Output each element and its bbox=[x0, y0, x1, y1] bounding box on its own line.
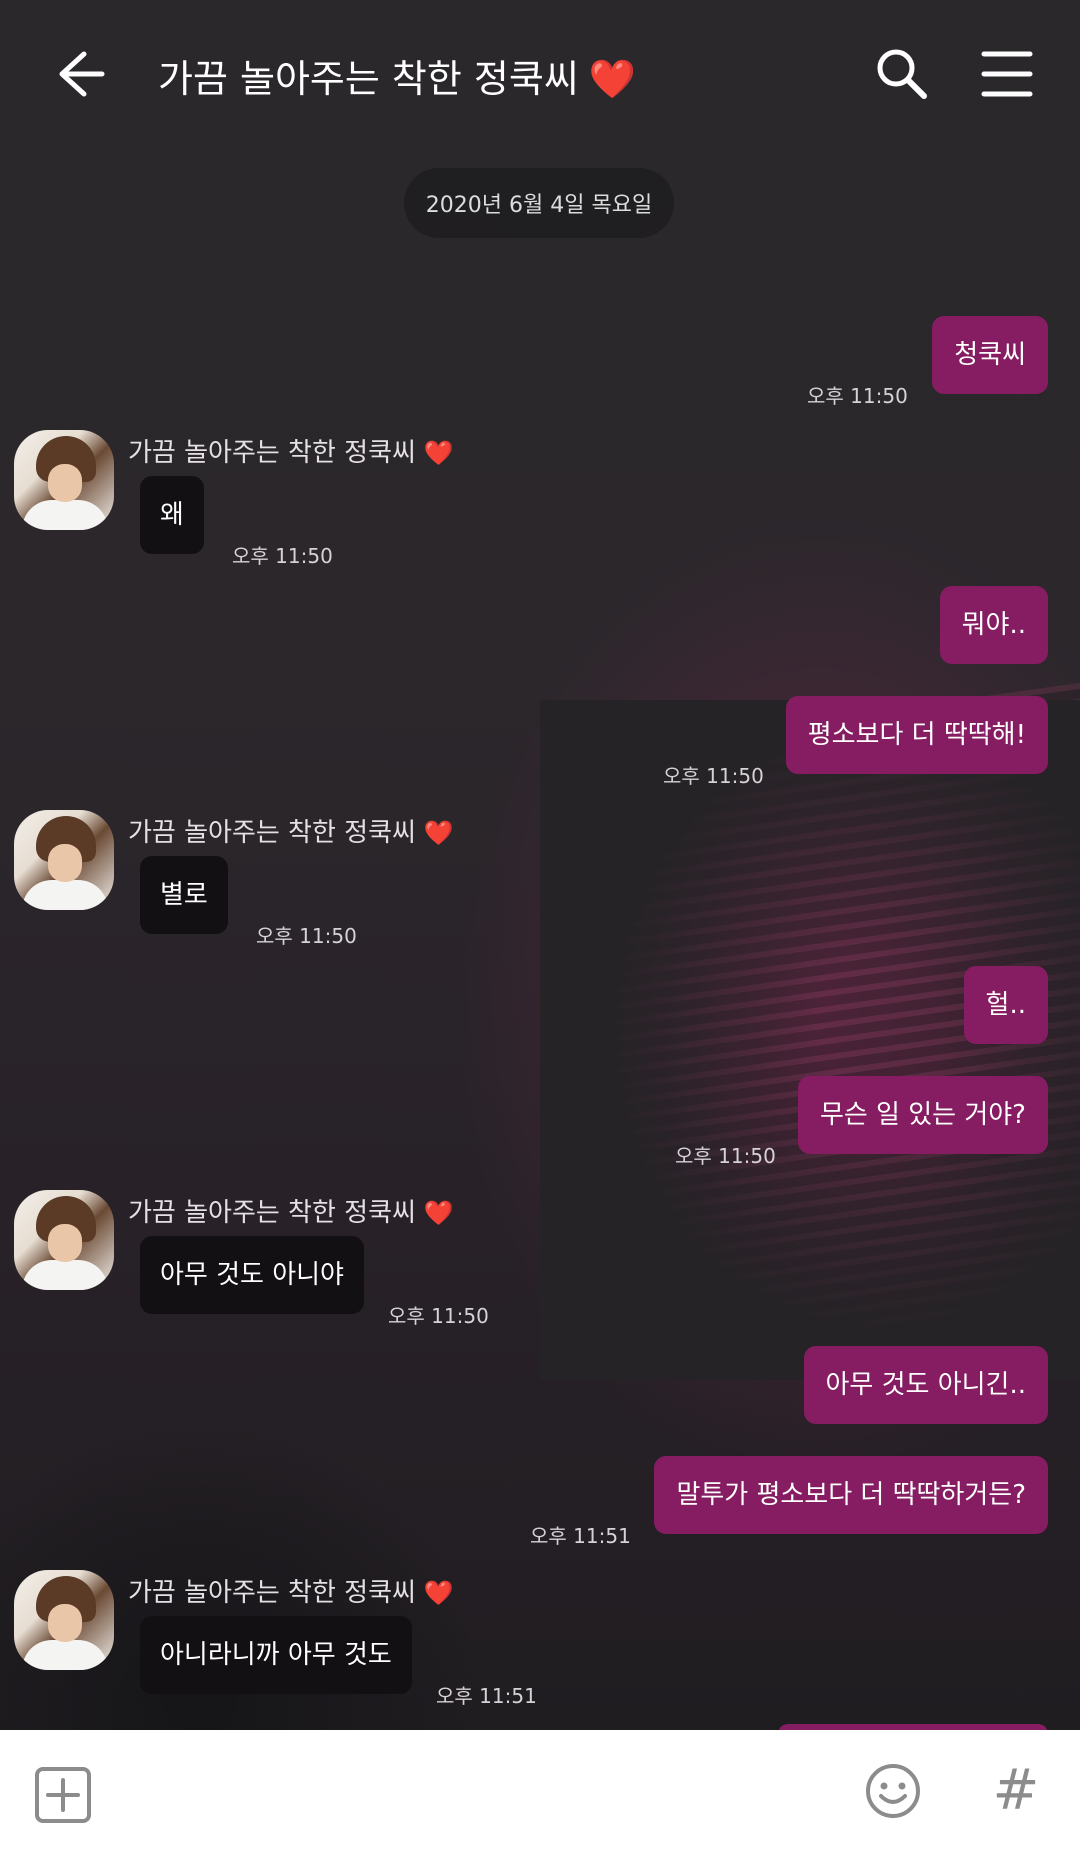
message-time: 오후 11:50 bbox=[232, 544, 333, 568]
incoming-message-bubble[interactable]: 왜 bbox=[140, 476, 204, 554]
heart-icon: ❤️ bbox=[423, 819, 454, 847]
sender-name-text: 가끔 놀아주는 착한 정쿡씨 bbox=[128, 1198, 416, 1228]
smiley-icon[interactable] bbox=[864, 1762, 922, 1820]
sender-name: 가끔 놀아주는 착한 정쿡씨 ❤️ bbox=[128, 432, 454, 469]
contact-avatar[interactable] bbox=[14, 430, 114, 530]
sender-name-text: 가끔 놀아주는 착한 정쿡씨 bbox=[128, 818, 416, 848]
outgoing-message-bubble[interactable]: 헐.. bbox=[963, 966, 1048, 1044]
heart-icon: ❤️ bbox=[588, 57, 637, 101]
message-time: 오후 11:50 bbox=[388, 1304, 489, 1328]
search-icon[interactable] bbox=[872, 44, 932, 104]
sender-name: 가끔 놀아주는 착한 정쿡씨 ❤️ bbox=[128, 812, 454, 849]
sender-name: 가끔 놀아주는 착한 정쿡씨 ❤️ bbox=[128, 1192, 454, 1229]
outgoing-message-bubble[interactable]: 평소보다 더 딱딱해! bbox=[785, 696, 1048, 774]
sender-name: 가끔 놀아주는 착한 정쿡씨 ❤️ bbox=[128, 1572, 454, 1609]
outgoing-message-bubble[interactable]: 청쿡씨 bbox=[932, 316, 1048, 394]
message-time: 오후 11:50 bbox=[256, 924, 357, 948]
outgoing-message-bubble[interactable]: 뭐야.. bbox=[939, 586, 1048, 664]
back-arrow-icon[interactable] bbox=[44, 42, 108, 106]
outgoing-message-bubble[interactable]: 무슨 일 있는 거야? bbox=[797, 1076, 1048, 1154]
message-time: 오후 11:50 bbox=[663, 764, 764, 788]
incoming-message-bubble[interactable]: 아니라니까 아무 것도 bbox=[140, 1616, 412, 1694]
message-time: 오후 11:50 bbox=[807, 384, 908, 408]
hashtag-button[interactable]: # bbox=[986, 1756, 1046, 1826]
outgoing-message-bubble[interactable]: 아무 것도 아니긴.. bbox=[803, 1346, 1048, 1424]
contact-avatar[interactable] bbox=[14, 1190, 114, 1290]
contact-avatar[interactable] bbox=[14, 1570, 114, 1670]
date-divider: 2020년 6월 4일 목요일 bbox=[404, 168, 674, 238]
sender-name-text: 가끔 놀아주는 착한 정쿡씨 bbox=[128, 1578, 416, 1608]
incoming-message-bubble[interactable]: 별로 bbox=[140, 856, 228, 934]
message-time: 오후 11:50 bbox=[675, 1144, 776, 1168]
chat-title: 가끔 놀아주는 착한 정쿡씨 ❤️ bbox=[158, 48, 636, 103]
message-time: 오후 11:51 bbox=[530, 1524, 631, 1548]
incoming-message-bubble[interactable]: 아무 것도 아니야 bbox=[140, 1236, 364, 1314]
heart-icon: ❤️ bbox=[423, 439, 454, 467]
message-time: 오후 11:51 bbox=[436, 1684, 537, 1708]
outgoing-message-bubble[interactable]: 말투가 평소보다 더 딱딱하거든? bbox=[654, 1456, 1048, 1534]
plus-box-icon[interactable] bbox=[34, 1766, 92, 1824]
sender-name-text: 가끔 놀아주는 착한 정쿡씨 bbox=[128, 438, 416, 468]
heart-icon: ❤️ bbox=[423, 1579, 454, 1607]
chat-title-text: 가끔 놀아주는 착한 정쿡씨 bbox=[158, 57, 579, 101]
hamburger-menu-icon[interactable] bbox=[980, 48, 1034, 100]
chat-header: 가끔 놀아주는 착한 정쿡씨 ❤️ bbox=[0, 0, 1080, 150]
contact-avatar[interactable] bbox=[14, 810, 114, 910]
heart-icon: ❤️ bbox=[423, 1199, 454, 1227]
